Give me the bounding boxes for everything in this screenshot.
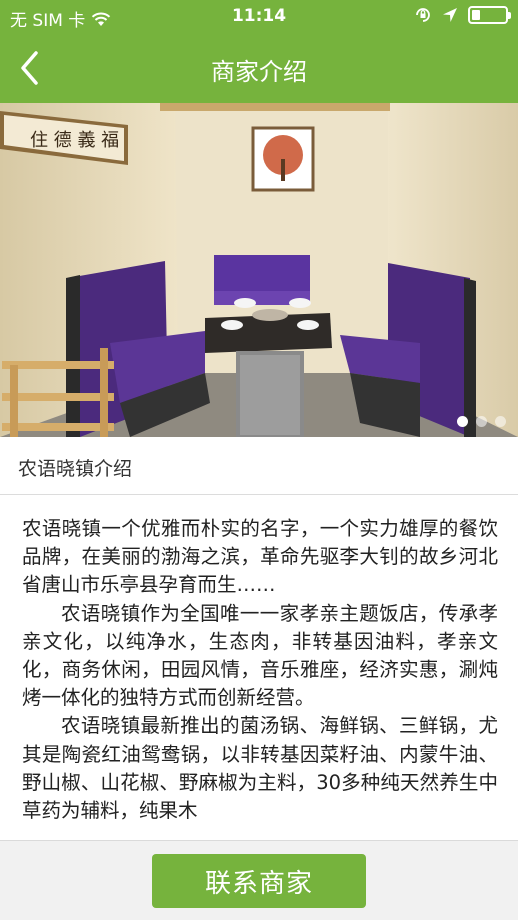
intro-paragraph: 农语晓镇最新推出的菌汤锅、海鲜锅、三鲜锅，尤其是陶瓷红油鸳鸯锅，以非转基因菜籽油… [22, 714, 498, 823]
intro-paragraph: 农语晓镇作为全国唯一一家孝亲主题饭店，传承孝亲文化，以纯净水，生态肉，非转基因油… [22, 601, 498, 710]
carousel-dot[interactable] [495, 416, 506, 427]
contact-merchant-button[interactable]: 联系商家 [152, 854, 366, 908]
svg-text:住 德 義 福: 住 德 義 福 [30, 130, 119, 151]
section-heading: 农语晓镇介绍 [18, 458, 133, 480]
banner-carousel[interactable]: 住 德 義 福 [0, 103, 518, 437]
status-icons [414, 6, 511, 24]
location-icon [443, 8, 457, 22]
bottom-bar: 联系商家 [0, 840, 518, 920]
page-title: 商家介绍 [211, 58, 307, 86]
carousel-indicator[interactable] [457, 416, 506, 427]
top-bar: 无 SIM 卡 11:14 商家介绍 [0, 0, 518, 103]
battery-icon [468, 6, 511, 24]
intro-paragraph: 农语晓镇一个优雅而朴实的名字，一个实力雄厚的餐饮品牌，在美丽的渤海之滨，革命先驱… [22, 517, 498, 597]
section-header: 农语晓镇介绍 [0, 437, 518, 495]
status-bar: 无 SIM 卡 11:14 [0, 0, 518, 34]
intro-content[interactable]: 农语晓镇一个优雅而朴实的名字，一个实力雄厚的餐饮品牌，在美丽的渤海之滨，革命先驱… [0, 495, 518, 840]
carousel-dot[interactable] [457, 416, 468, 427]
rotation-lock-icon [416, 8, 430, 22]
battery-fill [472, 10, 480, 20]
nav-bar: 商家介绍 [0, 34, 518, 103]
restaurant-photo: 住 德 義 福 [0, 103, 518, 437]
carousel-dot[interactable] [476, 416, 487, 427]
